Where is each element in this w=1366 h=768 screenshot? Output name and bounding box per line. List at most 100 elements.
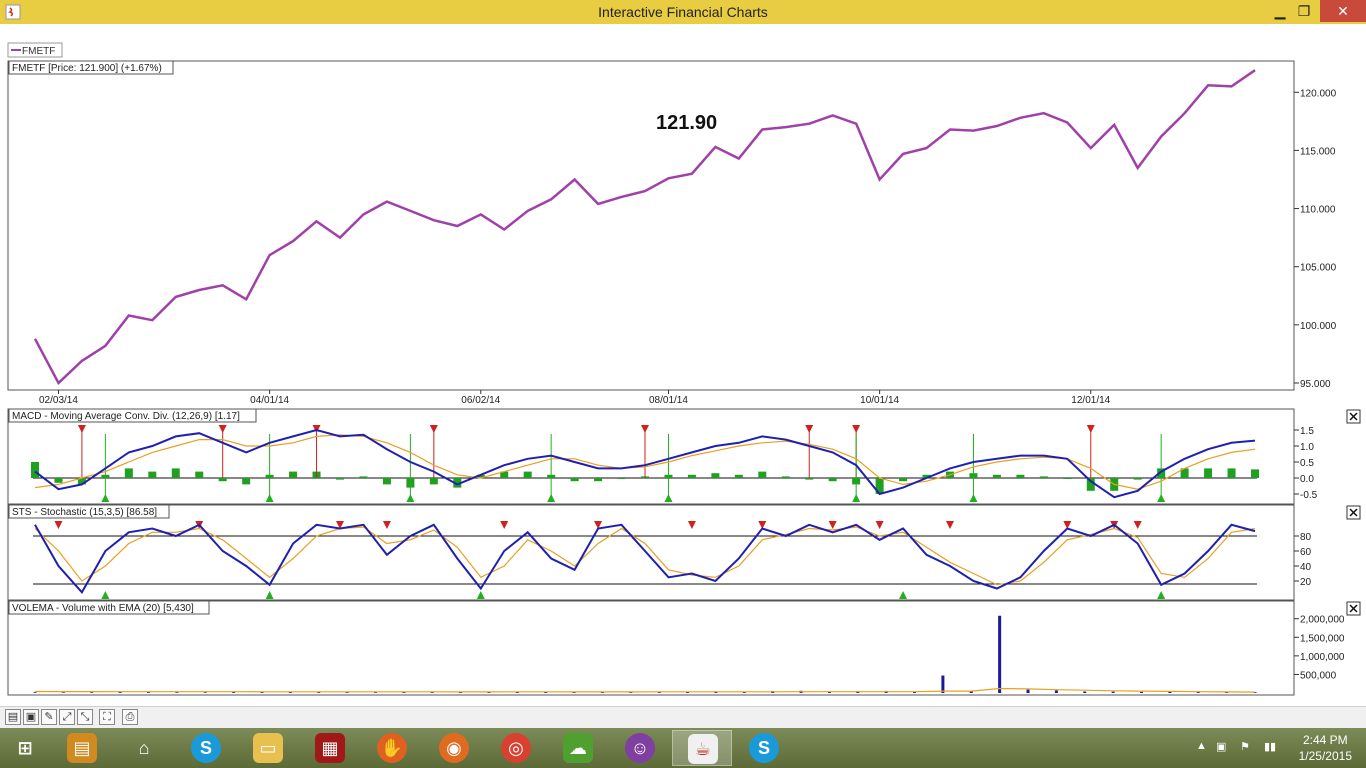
signal-icon[interactable]: ▮▮ xyxy=(1264,740,1276,753)
macd-close-icon[interactable] xyxy=(1346,409,1361,424)
macd-y-tick-label: -0.5 xyxy=(1300,490,1318,501)
volume-bar xyxy=(373,692,377,693)
macd-histogram-bar xyxy=(195,471,204,478)
macd-histogram-bar xyxy=(429,478,438,485)
taskbar-firefox[interactable]: ◉ xyxy=(424,730,484,766)
taskbar-skype-2[interactable]: S xyxy=(734,730,794,766)
macd-histogram-bar xyxy=(594,478,603,482)
volema-close-icon[interactable] xyxy=(1346,601,1361,616)
legend[interactable]: FMETF xyxy=(7,42,63,58)
price-y-tick-label: 95.000 xyxy=(1300,379,1331,390)
volume-bar xyxy=(1083,691,1087,693)
print-icon[interactable]: ⎙ xyxy=(122,709,138,725)
chart-toolbar: ▤ ▣ ✎ ⤢ ⤡ ⛶ ⎙ xyxy=(0,706,1366,728)
legend-symbol: FMETF xyxy=(22,46,55,57)
macd-y-tick-label: 1.5 xyxy=(1300,426,1314,437)
volume-bar xyxy=(941,675,945,693)
sts-y-axis: 80 60 40 20 xyxy=(1294,532,1312,588)
minimize-button[interactable]: ▁ xyxy=(1268,0,1292,22)
taskbar-home[interactable]: ⌂ xyxy=(114,730,174,766)
open-icon[interactable]: ▤ xyxy=(5,709,21,725)
volume-bar xyxy=(146,692,150,693)
volume-bar xyxy=(1111,691,1115,693)
macd-histogram-bar xyxy=(1133,478,1142,480)
notes-app-icon: ▤ xyxy=(67,733,97,763)
close-button[interactable]: ✕ xyxy=(1320,0,1366,22)
taskbar-chrome[interactable]: ◎ xyxy=(486,730,546,766)
macd-y-tick-label: 1.0 xyxy=(1300,442,1314,453)
yahoo-messenger-icon: ☺ xyxy=(625,733,655,763)
taskbar-game[interactable]: ✋ xyxy=(362,730,422,766)
cloud-app-icon: ☁ xyxy=(563,733,593,763)
volume-bar xyxy=(1168,691,1172,693)
macd-panel-label: MACD - Moving Average Conv. Div. (12,26,… xyxy=(12,411,240,422)
start-button[interactable]: ⊞ xyxy=(0,730,52,766)
macd-histogram-bar xyxy=(805,478,814,480)
volume-y-axis: 2,000,000 1,500,000 1,000,000 500,000 xyxy=(1294,615,1345,681)
volume-bar xyxy=(345,692,349,693)
macd-y-axis: 1.5 1.0 0.5 0.0 -0.5 xyxy=(1294,426,1318,501)
media-app-icon: ▦ xyxy=(315,733,345,763)
macd-histogram-bar xyxy=(1063,478,1072,479)
windows-start-icon: ⊞ xyxy=(17,738,33,758)
flag-icon[interactable]: ⚑ xyxy=(1240,740,1250,753)
taskbar-cloud[interactable]: ☁ xyxy=(548,730,608,766)
macd-histogram-bar xyxy=(711,473,720,478)
volema-panel[interactable]: VOLEMA - Volume with EMA (20) [5,430] 2,… xyxy=(7,600,1361,696)
price-panel[interactable]: FMETF [Price: 121.900] (+1.67%) 121.90 1… xyxy=(7,60,1337,406)
taskbar-notes-app[interactable]: ▤ xyxy=(52,730,112,766)
title-bar: Interactive Financial Charts ▁ ❐ ✕ xyxy=(0,0,1366,24)
macd-histogram-bar xyxy=(171,468,180,478)
macd-histogram-bar xyxy=(359,476,368,478)
macd-histogram-bar xyxy=(617,478,626,479)
chart-area[interactable]: FMETF FMETF [Price: 121.900] (+1.67%) 12… xyxy=(0,24,1366,726)
sts-close-icon[interactable] xyxy=(1346,505,1361,520)
taskbar-java-app[interactable]: ☕ xyxy=(672,730,732,766)
tray-expand-icon[interactable]: ▲ xyxy=(1196,740,1207,752)
price-y-tick-label: 120.000 xyxy=(1300,88,1337,99)
edit-icon[interactable]: ✎ xyxy=(41,709,57,725)
clock-date: 1/25/2015 xyxy=(1298,749,1352,763)
zoom-in-icon[interactable]: ⤢ xyxy=(59,709,75,725)
fit-icon[interactable]: ⛶ xyxy=(99,709,115,725)
network-status-icon[interactable]: ▣ xyxy=(1216,740,1226,753)
price-y-tick-label: 115.000 xyxy=(1300,146,1336,157)
skype-icon-2: S xyxy=(749,733,779,763)
sts-y-tick-label: 60 xyxy=(1300,547,1312,558)
zoom-out-icon[interactable]: ⤡ xyxy=(77,709,93,725)
maximize-button[interactable]: ❐ xyxy=(1292,0,1316,22)
taskbar-skype[interactable]: S xyxy=(176,730,236,766)
macd-histogram-bar xyxy=(1016,474,1025,478)
sts-y-tick-label: 40 xyxy=(1300,562,1312,573)
price-y-tick-label: 100.000 xyxy=(1300,321,1337,332)
firefox-icon: ◉ xyxy=(439,733,469,763)
price-x-tick-label: 04/01/14 xyxy=(250,395,289,406)
volume-bar xyxy=(33,692,37,693)
macd-panel[interactable]: MACD - Moving Average Conv. Div. (12,26,… xyxy=(7,408,1361,505)
taskbar-explorer[interactable]: ▭ xyxy=(238,730,298,766)
internet-explorer-icon: ⌂ xyxy=(138,738,150,758)
macd-histogram-bar xyxy=(31,462,39,478)
price-x-axis: 02/03/14 04/01/14 06/02/14 08/01/14 10/01/14… xyxy=(39,390,1111,406)
volume-y-tick-label: 1,500,000 xyxy=(1300,633,1345,644)
macd-histogram-bar xyxy=(218,478,227,482)
macd-histogram-bar xyxy=(523,471,532,478)
taskbar-media[interactable]: ▦ xyxy=(300,730,360,766)
taskbar-messenger[interactable]: ☺ xyxy=(610,730,670,766)
sts-y-tick-label: 80 xyxy=(1300,532,1312,543)
current-price-value: 121.90 xyxy=(656,112,717,134)
volema-panel-label: VOLEMA - Volume with EMA (20) [5,430] xyxy=(12,603,194,614)
macd-histogram-bar xyxy=(734,474,743,478)
java-app-icon: ☕ xyxy=(688,734,718,764)
macd-histogram-bar xyxy=(289,471,298,478)
clock[interactable]: 2:44 PM 1/25/2015 xyxy=(1299,732,1352,764)
macd-histogram-bar xyxy=(899,478,908,482)
price-y-axis: 120.000 115.000 110.000 105.000 100.000 95.00… xyxy=(1294,88,1337,390)
macd-histogram-bar xyxy=(1204,468,1213,478)
macd-histogram-bar xyxy=(992,474,1001,478)
price-x-tick-label: 10/01/14 xyxy=(860,395,899,406)
charts-svg[interactable]: FMETF FMETF [Price: 121.900] (+1.67%) 12… xyxy=(0,24,1366,706)
save-icon[interactable]: ▣ xyxy=(23,709,39,725)
sts-panel[interactable]: STS - Stochastic (15,3,5) [86.58] 80 60 40… xyxy=(7,504,1361,601)
macd-histogram-bar xyxy=(1039,476,1048,478)
